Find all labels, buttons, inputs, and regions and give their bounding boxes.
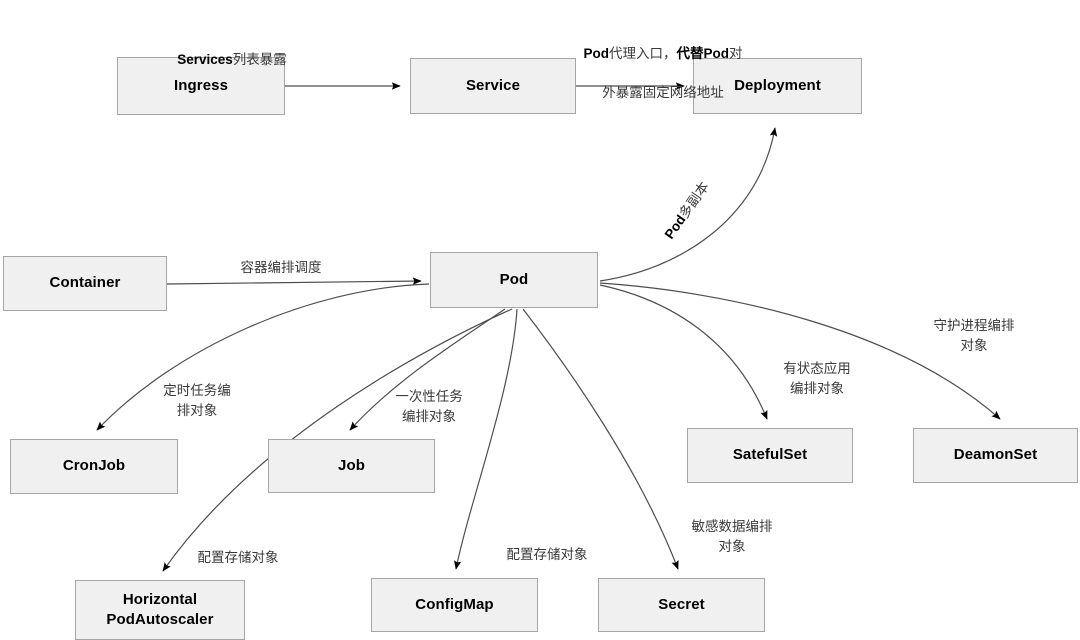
- node-cronjob-label: CronJob: [62, 457, 126, 475]
- edge-label-pod-job: 一次性任务 编排对象: [395, 389, 463, 424]
- node-ingress-label: Ingress: [173, 76, 229, 94]
- edge-container-pod: [166, 277, 422, 285]
- edge-label-pod-deployment: Pod多副本: [660, 178, 714, 243]
- node-horizontal-pod-autoscaler[interactable]: Horizontal PodAutoscaler: [75, 580, 245, 640]
- sd-bold-1: Pod: [583, 46, 610, 62]
- node-deployment-label: Deployment: [734, 76, 821, 94]
- node-job-label: Job: [338, 456, 365, 474]
- edge-pod-deamonset: [599, 282, 1001, 420]
- edge-pod-secret: [522, 308, 679, 570]
- node-satefulset-label: SatefulSet: [732, 446, 808, 464]
- edge-label-pod-configmap: 配置存储对象: [506, 547, 588, 562]
- node-secret-label: Secret: [658, 595, 705, 613]
- node-deamonset[interactable]: DeamonSet: [913, 428, 1078, 483]
- pd-rest: 多副本: [676, 179, 712, 221]
- edge-label-pod-cronjob: 定时任务编 排对象: [163, 383, 231, 418]
- node-pod[interactable]: Pod: [430, 252, 598, 308]
- edge-pod-job: [349, 308, 506, 431]
- node-configmap-label: ConfigMap: [415, 595, 494, 613]
- edge-pod-satefulset: [599, 284, 768, 420]
- edge-label-pod-deamonset: 守护进程编排 对象: [933, 318, 1015, 353]
- node-container[interactable]: Container: [3, 256, 167, 311]
- node-configmap[interactable]: ConfigMap: [371, 578, 538, 632]
- node-hpa-label: Horizontal PodAutoscaler: [106, 590, 214, 628]
- node-container-label: Container: [49, 274, 121, 292]
- diagram-canvas: Ingress Service Deployment Container Pod…: [0, 0, 1080, 640]
- node-deamonset-label: DeamonSet: [953, 446, 1038, 464]
- edge-pod-configmap: [454, 308, 518, 570]
- node-secret[interactable]: Secret: [598, 578, 765, 632]
- edge-label-pod-satefulset: 有状态应用 编排对象: [783, 361, 851, 396]
- pd-bold: Pod: [661, 212, 689, 242]
- sd-rest-1: 代理入口，: [609, 46, 677, 62]
- node-job[interactable]: Job: [268, 439, 435, 493]
- edge-label-pod-secret: 敏感数据编排 对象: [691, 519, 773, 554]
- node-pod-label: Pod: [499, 270, 529, 288]
- edge-label-pod-hpa: 配置存储对象: [197, 550, 279, 565]
- node-satefulset[interactable]: SatefulSet: [687, 428, 853, 483]
- node-service[interactable]: Service: [410, 58, 576, 114]
- node-deployment[interactable]: Deployment: [693, 58, 862, 114]
- node-service-label: Service: [465, 76, 521, 94]
- edge-pod-deployment: [599, 127, 778, 282]
- node-ingress[interactable]: Ingress: [117, 57, 285, 115]
- edge-label-container-pod: 容器编排调度: [240, 260, 322, 275]
- node-cronjob[interactable]: CronJob: [10, 439, 178, 494]
